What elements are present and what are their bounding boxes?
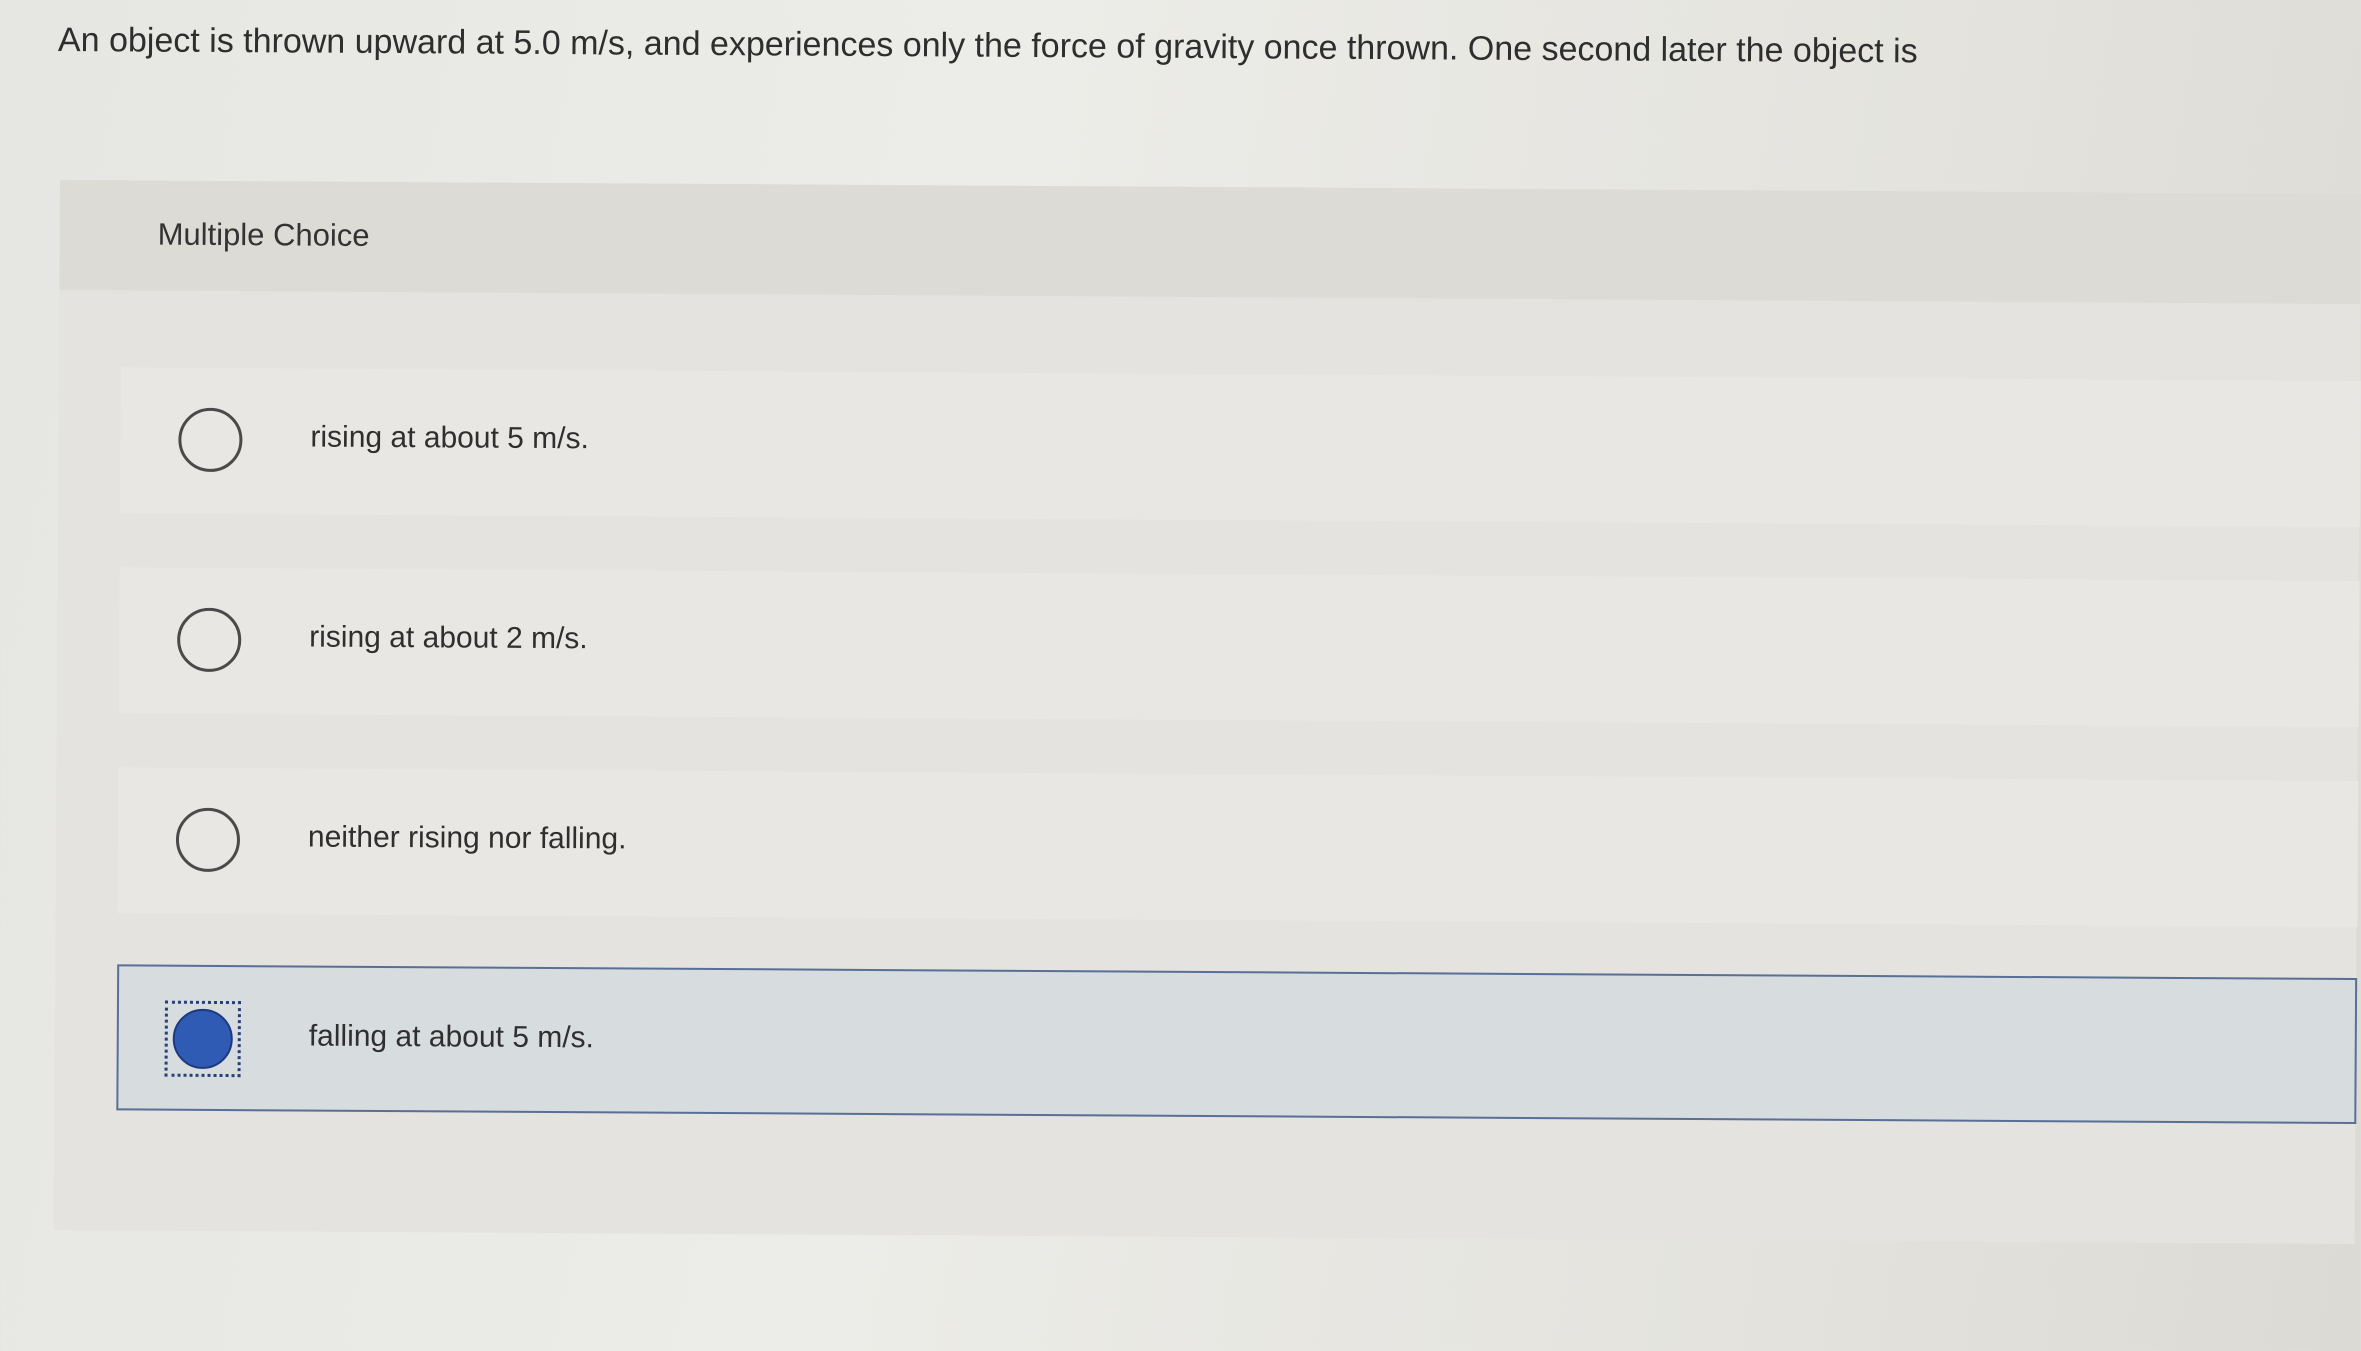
option-3[interactable]: neither rising nor falling. [117,767,2359,928]
option-4-label: falling at about 5 m/s. [308,1019,595,1055]
option-4-selected[interactable]: falling at about 5 m/s. [116,964,2358,1125]
radio-button-icon[interactable] [176,607,242,673]
option-3-label: neither rising nor falling. [307,820,627,856]
panel-header: Multiple Choice [59,180,2361,305]
option-2[interactable]: rising at about 2 m/s. [118,567,2360,728]
radio-button-icon[interactable] [175,807,241,873]
radio-button-icon[interactable] [178,407,243,473]
radio-selected-icon [172,1008,233,1070]
panel-title: Multiple Choice [157,216,370,253]
option-1[interactable]: rising at about 5 m/s. [119,367,2361,528]
question-text: An object is thrown upward at 5.0 m/s, a… [57,21,1918,71]
option-2-label: rising at about 2 m/s. [309,620,588,656]
radio-focus-ring[interactable] [164,1000,241,1078]
option-1-label: rising at about 5 m/s. [310,420,589,456]
multiple-choice-panel: Multiple Choice rising at about 5 m/s. r… [53,180,2361,1245]
